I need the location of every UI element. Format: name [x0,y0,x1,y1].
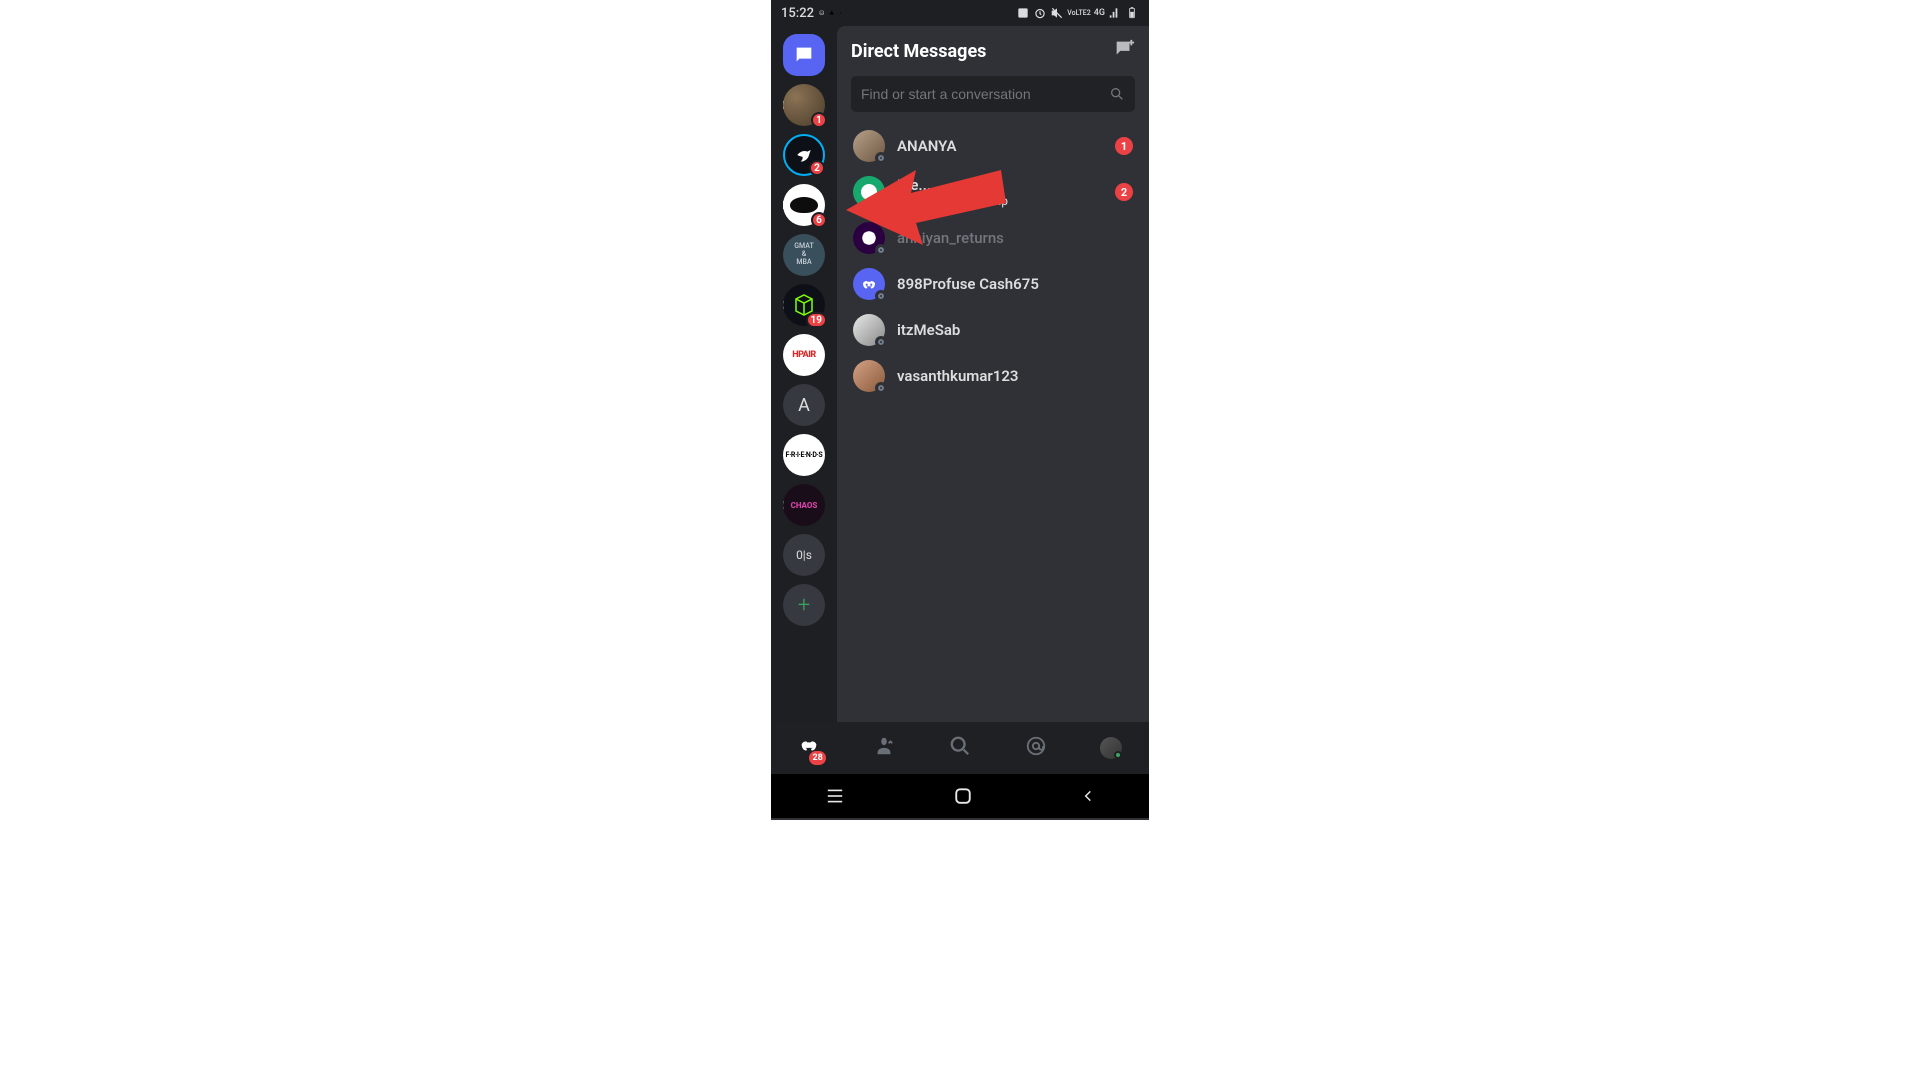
dm-header: Direct Messages [851,38,1135,64]
server-item-a[interactable]: A [783,384,825,426]
dm-name: anniyan_returns [897,229,1133,247]
search-icon [1109,86,1125,102]
new-dm-button[interactable] [1113,38,1135,64]
dm-activity: Playing music | ;;help [897,194,1103,208]
search-box[interactable] [851,76,1135,112]
tab-mentions[interactable] [1025,735,1047,761]
mute-icon [1050,6,1064,20]
network-label: 4G [1094,8,1105,18]
unread-badge: 1 [1115,137,1133,155]
friends-icon [873,735,895,757]
back-button[interactable] [1081,787,1095,805]
avatar [853,314,885,346]
tab-search[interactable] [949,735,971,761]
search-icon [949,735,971,757]
server-label: CHAOS [791,501,818,510]
server-item-1[interactable]: 1 [783,84,825,126]
status-online-icon [875,198,887,210]
tab-badge: 28 [809,751,825,765]
warning-icon [829,10,834,15]
dm-row-vasanth[interactable]: vasanthkumar123 [851,356,1135,396]
server-label: GMAT & MBA [794,243,813,266]
server-item-ninja[interactable]: 6 [783,184,825,226]
avatar [853,268,885,300]
home-button[interactable] [954,787,972,805]
page-title: Direct Messages [851,41,986,62]
dm-row-fredboat[interactable]: Fre... Playing music | ;;help 2 [851,172,1135,212]
status-time: 15:22 [781,6,814,21]
dm-name: ANANYA [897,137,1103,155]
chat-icon [793,44,815,66]
server-item-friends[interactable]: F·R·I·E·N·D·S [783,434,825,476]
add-server-button[interactable]: + [783,584,825,626]
server-item-2[interactable]: 2 [783,134,825,176]
dm-row-ananya[interactable]: ANANYA 1 [851,126,1135,166]
status-online-icon [1114,751,1122,759]
avatar [853,130,885,162]
recents-button[interactable] [825,788,845,804]
status-offline-icon [875,382,887,394]
server-item-hpair[interactable]: HPAIR [783,334,825,376]
status-offline-icon [875,336,887,348]
tab-friends[interactable] [873,735,895,761]
dm-name: 898Profuse Cash675 [897,275,1133,293]
status-offline-icon [875,290,887,302]
dm-panel: Direct Messages ANANYA 1 [837,26,1149,722]
server-label: A [798,395,810,416]
server-badge: 2 [809,160,825,176]
dm-list: ANANYA 1 Fre... Playing music | ;;help [851,126,1135,396]
server-label: 0|s [796,548,812,562]
server-item-chaos[interactable]: CHAOS [783,484,825,526]
dm-home-button[interactable] [783,34,825,76]
android-nav-bar [771,774,1149,818]
dm-name: itzMeSab [897,321,1133,339]
discord-icon [860,275,878,293]
server-item-gmat[interactable]: GMAT & MBA [783,234,825,276]
server-badge: 19 [806,312,827,328]
alarm-icon [1033,6,1047,20]
android-status-bar: 15:22 VoLTE2 4G [771,0,1149,26]
unread-badge: 2 [1115,183,1133,201]
dm-name: Fre... [897,176,1103,194]
server-label: F·R·I·E·N·D·S [786,451,823,459]
server-list[interactable]: 1 2 6 GMAT & MBA 19 [771,26,837,722]
tab-profile[interactable] [1100,737,1122,759]
server-item-cube[interactable]: 19 [783,284,825,326]
dm-row-anniyan[interactable]: anniyan_returns [851,218,1135,258]
avatar [853,360,885,392]
battery-icon [1125,6,1139,20]
server-badge: 1 [811,112,827,128]
bottom-tab-bar: 28 [771,722,1149,774]
image-icon [819,10,824,15]
tab-home[interactable]: 28 [798,735,820,761]
volte-label: VoLTE2 [1067,10,1090,17]
nfc-icon [1016,6,1030,20]
status-offline-icon [875,152,887,164]
avatar [853,222,885,254]
server-item-ols[interactable]: 0|s [783,534,825,576]
dm-name: vasanthkumar123 [897,367,1133,385]
dm-row-profuse[interactable]: 898Profuse Cash675 [851,264,1135,304]
search-input[interactable] [861,86,1109,102]
phone-frame: 15:22 VoLTE2 4G 1 [771,0,1149,820]
signal-icon [1108,6,1122,20]
check-icon [840,7,841,19]
discord-body: 1 2 6 GMAT & MBA 19 [771,26,1149,722]
new-message-icon [1113,38,1135,60]
dm-row-itzmesab[interactable]: itzMeSab [851,310,1135,350]
status-offline-icon [875,244,887,256]
avatar [853,176,885,208]
server-label: HPAIR [792,350,816,360]
plus-icon: + [798,593,810,618]
at-icon [1025,735,1047,757]
server-badge: 6 [811,212,827,228]
